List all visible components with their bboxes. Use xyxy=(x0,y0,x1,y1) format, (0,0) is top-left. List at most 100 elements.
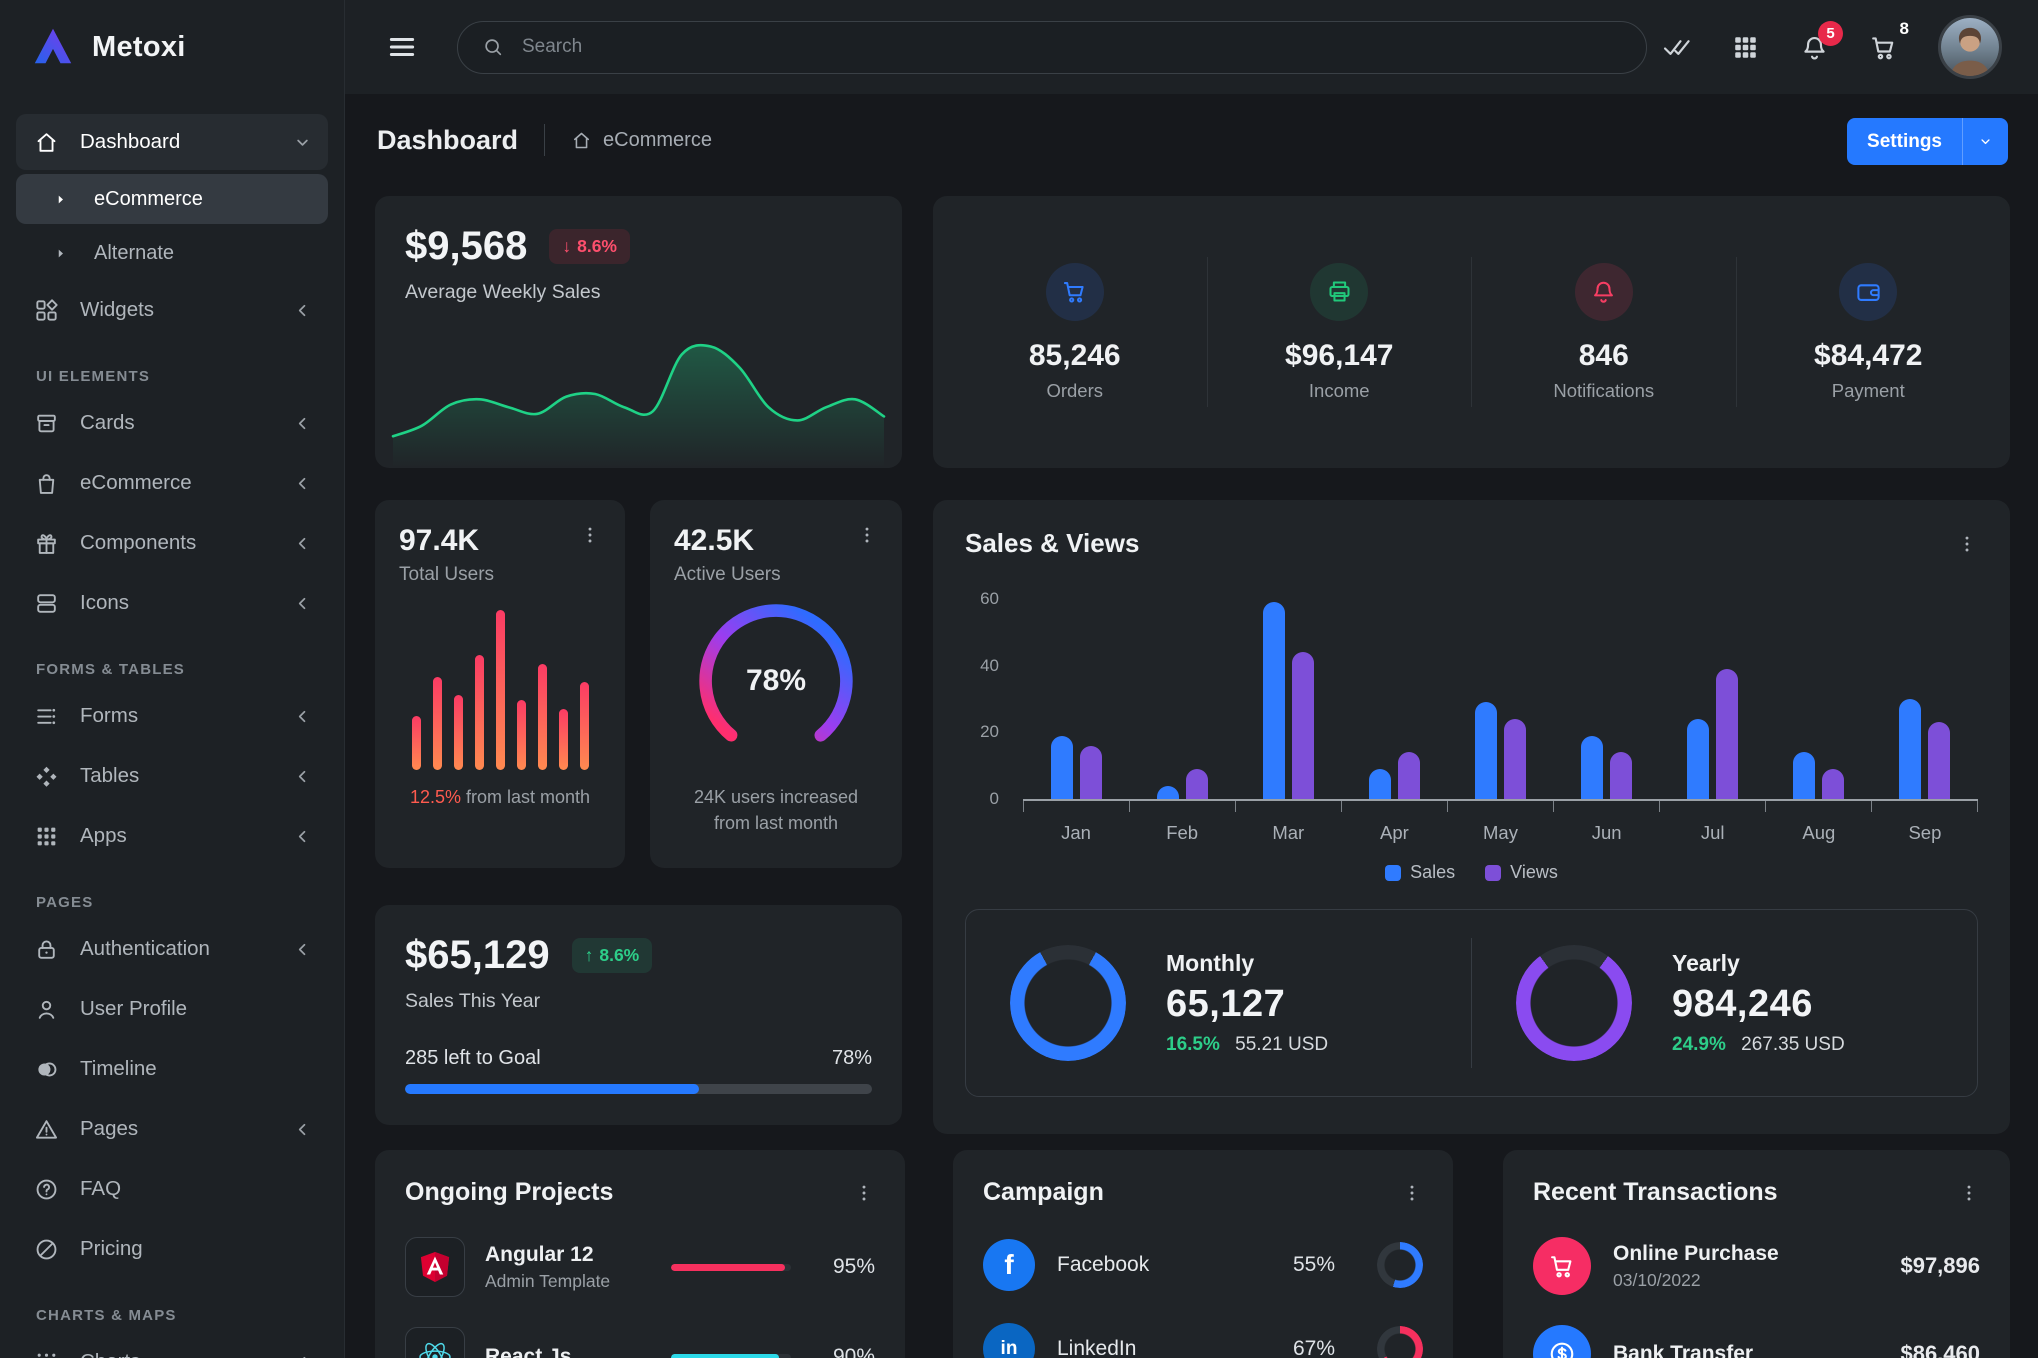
search-input[interactable] xyxy=(520,35,1622,59)
chevron-left-icon xyxy=(293,1120,312,1139)
chevron-left-icon xyxy=(293,827,312,846)
x-axis-tick xyxy=(1130,801,1236,812)
legend-item-sales[interactable]: Sales xyxy=(1385,862,1455,883)
forms-icon xyxy=(32,703,60,729)
x-tick-label: Mar xyxy=(1235,822,1341,844)
sidebar-item-authentication[interactable]: Authentication xyxy=(16,921,328,977)
bar-sales-feb[interactable] xyxy=(1157,786,1179,799)
sidebar-item-tables[interactable]: Tables xyxy=(16,748,328,804)
project-row-react-js[interactable]: React Js90% xyxy=(405,1327,875,1358)
sidebar-item-widgets[interactable]: Widgets xyxy=(16,282,328,338)
brand[interactable]: Metoxi xyxy=(0,0,344,84)
mini-bar xyxy=(475,655,484,770)
bar-sales-jul[interactable] xyxy=(1687,719,1709,799)
sidebar-item-forms[interactable]: Forms xyxy=(16,688,328,744)
chevron-left-icon xyxy=(293,534,312,553)
x-axis-ticks xyxy=(1023,801,1978,812)
bar-sales-apr[interactable] xyxy=(1369,769,1391,799)
bar-sales-aug[interactable] xyxy=(1793,752,1815,799)
sidebar-item-user-profile[interactable]: User Profile xyxy=(16,981,328,1037)
bar-views-jan[interactable] xyxy=(1080,746,1102,799)
chevron-down-icon[interactable] xyxy=(1963,134,2008,149)
user-avatar[interactable] xyxy=(1938,15,2002,79)
sidebar-item-components[interactable]: Components xyxy=(16,515,328,571)
mini-bar xyxy=(517,700,526,770)
chevron-left-icon xyxy=(293,1353,312,1358)
brand-name: Metoxi xyxy=(92,31,186,64)
ongoing-projects-title: Ongoing Projects xyxy=(405,1178,613,1207)
breadcrumb[interactable]: eCommerce xyxy=(571,129,712,152)
legend-item-views[interactable]: Views xyxy=(1485,862,1558,883)
campaign-row-facebook[interactable]: fFacebook55% xyxy=(983,1239,1423,1291)
campaign-percent: 55% xyxy=(1293,1253,1335,1277)
total-users-value: 97.4K xyxy=(399,524,479,558)
transaction-row-online-purchase[interactable]: Online Purchase03/10/2022$97,896 xyxy=(1533,1237,1980,1295)
cart-icon[interactable]: 8 xyxy=(1869,33,1898,62)
sidebar-item-label: Components xyxy=(80,531,196,555)
bar-sales-may[interactable] xyxy=(1475,702,1497,799)
project-row-angular-12[interactable]: Angular 12Admin Template95% xyxy=(405,1237,875,1297)
bar-views-mar[interactable] xyxy=(1292,652,1314,799)
weekly-sales-card: $9,568 ↓ 8.6% Average Weekly Sales xyxy=(375,196,902,468)
y-tick-label: 60 xyxy=(980,589,999,609)
sidebar-item-icons[interactable]: Icons xyxy=(16,575,328,631)
chevron-left-icon xyxy=(293,414,312,433)
sales-year-card: $65,129 ↑ 8.6% Sales This Year 285 left … xyxy=(375,905,902,1125)
brand-logo-icon xyxy=(30,24,76,70)
weekly-sales-value: $9,568 xyxy=(405,224,527,269)
sidebar-item-pages[interactable]: Pages xyxy=(16,1101,328,1157)
cart-badge: 8 xyxy=(1900,19,1909,39)
cart-icon xyxy=(1046,263,1104,321)
chevron-left-icon xyxy=(293,767,312,786)
search-box[interactable] xyxy=(457,21,1647,74)
mini-bar xyxy=(580,682,589,770)
sidebar-item-dashboard[interactable]: Dashboard xyxy=(16,114,328,170)
widgets-icon xyxy=(32,297,60,323)
kebab-menu-icon[interactable] xyxy=(1956,533,1978,555)
kebab-menu-icon[interactable] xyxy=(853,1182,875,1204)
bar-group-jan xyxy=(1023,599,1129,799)
sidebar-item-label: Alternate xyxy=(94,242,174,265)
timeline-icon xyxy=(32,1056,60,1082)
apps-grid-icon[interactable] xyxy=(1731,33,1760,62)
sidebar-item-ecommerce[interactable]: eCommerce xyxy=(16,174,328,224)
transaction-row-bank-transfer[interactable]: Bank Transfer$86,460 xyxy=(1533,1325,1980,1358)
transaction-text: Bank Transfer xyxy=(1613,1342,1753,1358)
sidebar-item-pricing[interactable]: Pricing xyxy=(16,1221,328,1277)
project-progress-fill xyxy=(671,1354,779,1358)
x-tick-label: Jul xyxy=(1660,822,1766,844)
sidebar-item-timeline[interactable]: Timeline xyxy=(16,1041,328,1097)
kebab-menu-icon[interactable] xyxy=(579,524,601,546)
notifications-bell-icon[interactable]: 5 xyxy=(1800,33,1829,62)
bar-views-may[interactable] xyxy=(1504,719,1526,799)
sidebar-item-cards[interactable]: Cards xyxy=(16,395,328,451)
stat-value: 85,246 xyxy=(1029,339,1121,373)
campaign-row-linkedin[interactable]: inLinkedIn67% xyxy=(983,1323,1423,1358)
bar-sales-jun[interactable] xyxy=(1581,736,1603,799)
sidebar-item-faq[interactable]: FAQ xyxy=(16,1161,328,1217)
bar-views-sep[interactable] xyxy=(1928,722,1950,799)
sidebar-item-charts[interactable]: Charts xyxy=(16,1334,328,1358)
bar-views-jul[interactable] xyxy=(1716,669,1738,799)
kebab-menu-icon[interactable] xyxy=(1401,1182,1423,1204)
bar-views-feb[interactable] xyxy=(1186,769,1208,799)
kebab-menu-icon[interactable] xyxy=(1958,1182,1980,1204)
bar-sales-sep[interactable] xyxy=(1899,699,1921,799)
stat-orders: 85,246Orders xyxy=(943,263,1207,402)
bar-sales-mar[interactable] xyxy=(1263,602,1285,799)
tasks-doublecheck-icon[interactable] xyxy=(1662,33,1691,62)
settings-button[interactable]: Settings xyxy=(1847,118,2008,165)
bar-views-apr[interactable] xyxy=(1398,752,1420,799)
sidebar-item-ecommerce[interactable]: eCommerce xyxy=(16,455,328,511)
sidebar-item-alternate[interactable]: Alternate xyxy=(16,228,328,278)
legend-label: Sales xyxy=(1410,862,1455,883)
bar-views-jun[interactable] xyxy=(1610,752,1632,799)
bar-views-aug[interactable] xyxy=(1822,769,1844,799)
menu-toggle-icon[interactable] xyxy=(387,32,417,62)
bank-icon xyxy=(1533,1325,1591,1358)
bar-sales-jan[interactable] xyxy=(1051,736,1073,799)
kebab-menu-icon[interactable] xyxy=(856,524,878,546)
arrow-down-icon: ↓ xyxy=(562,236,571,257)
sidebar-item-label: Charts xyxy=(80,1350,140,1358)
sidebar-item-apps[interactable]: Apps xyxy=(16,808,328,864)
